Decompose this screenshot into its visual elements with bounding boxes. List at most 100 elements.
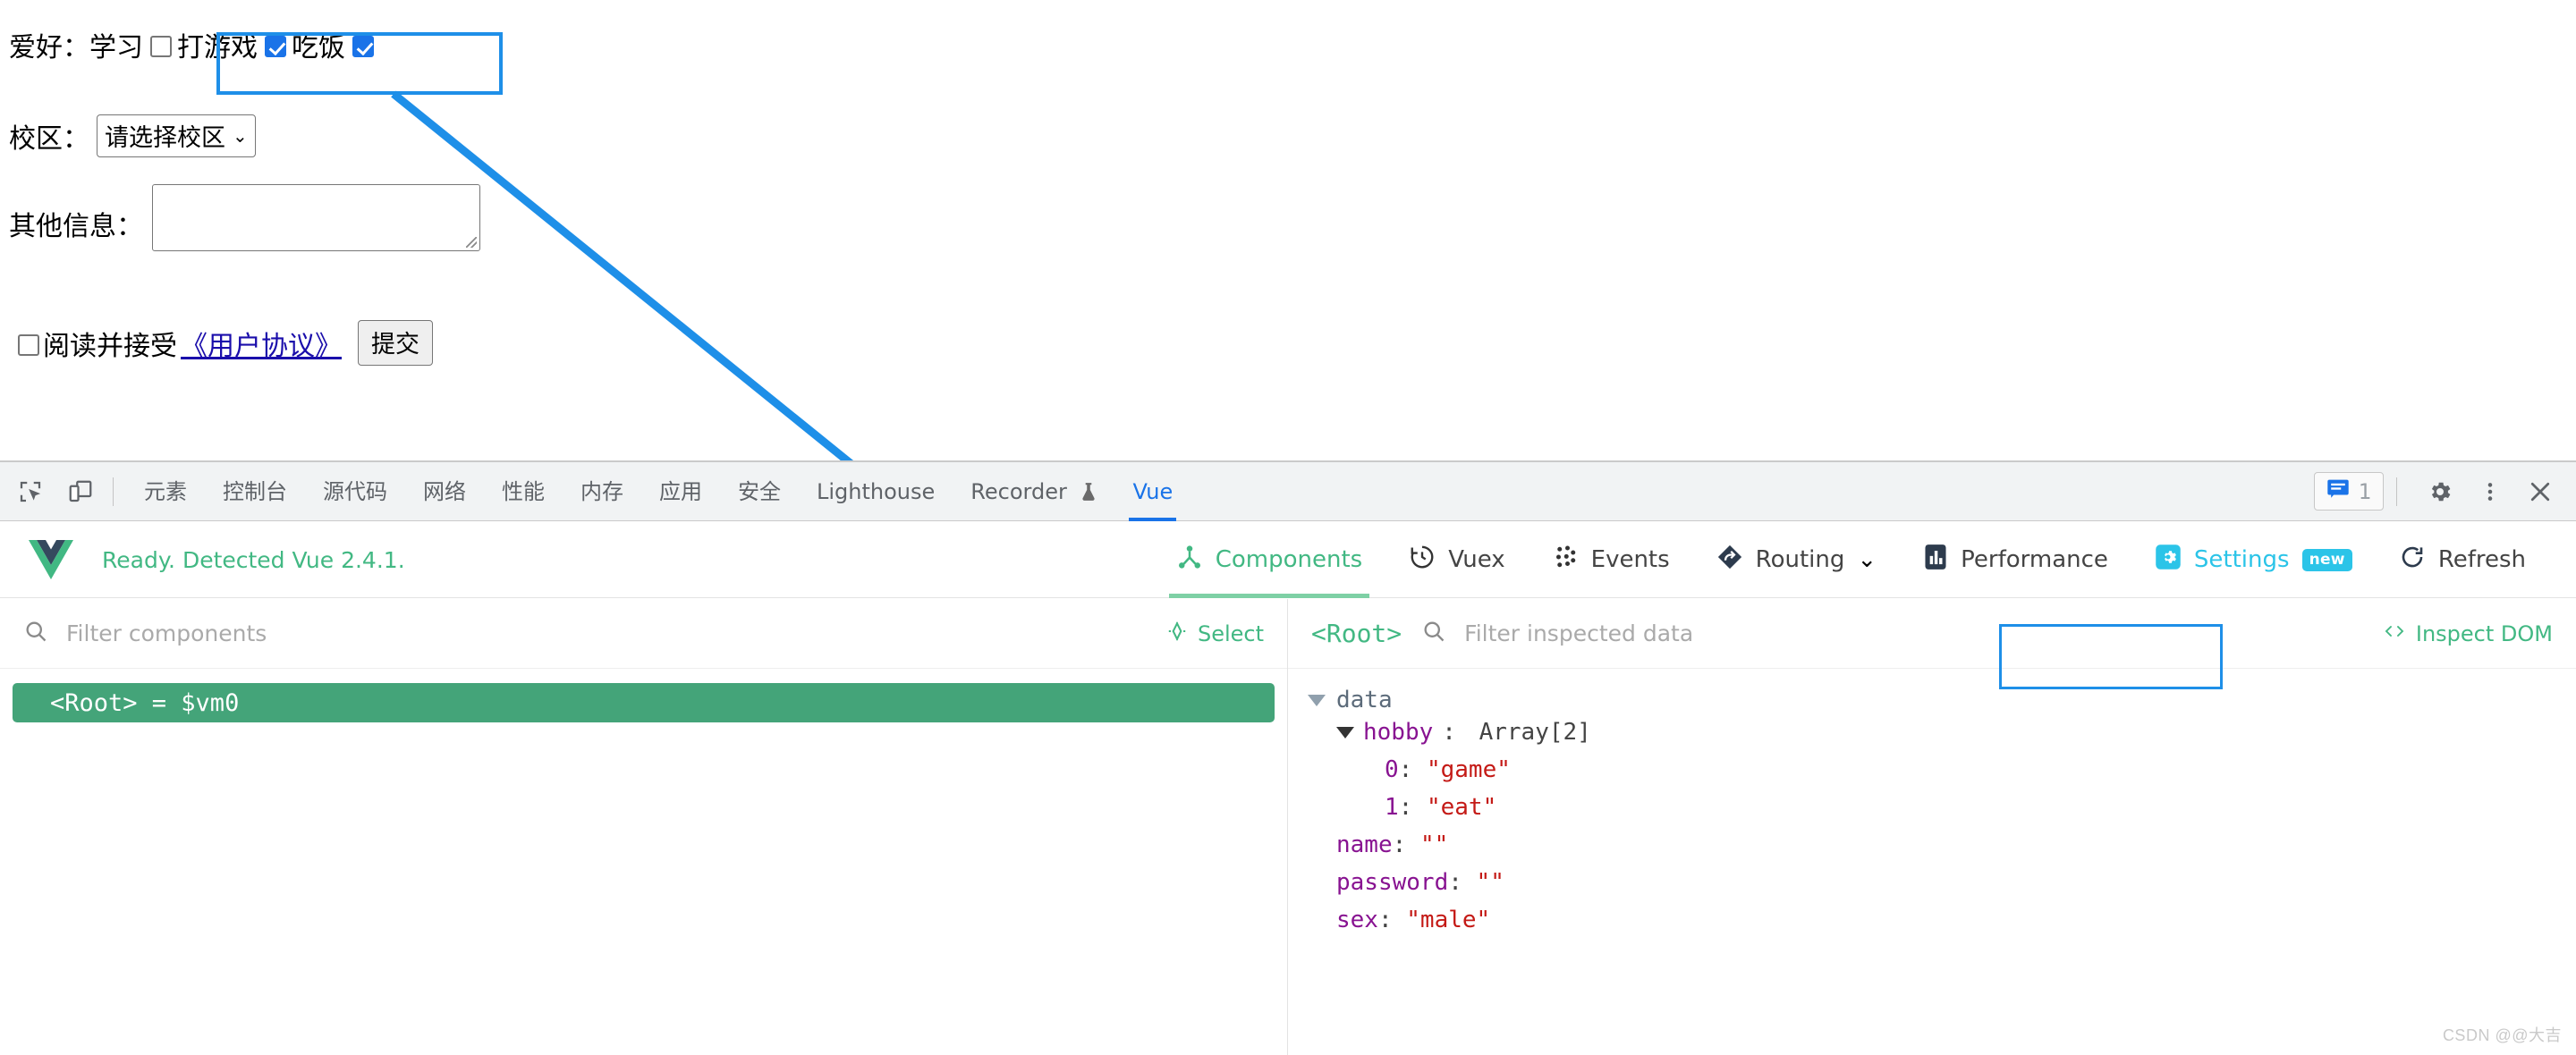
devtools-tab-console[interactable]: 控制台 bbox=[205, 462, 305, 521]
hobby-checkbox-study[interactable] bbox=[150, 36, 172, 57]
data-prop-name-key: name bbox=[1336, 831, 1393, 858]
data-prop-password-value: "" bbox=[1476, 869, 1504, 896]
select-component-button[interactable]: Select bbox=[1165, 620, 1264, 648]
search-icon bbox=[23, 619, 48, 648]
device-toolbar-icon[interactable] bbox=[61, 472, 100, 511]
vue-nav-events[interactable]: Events bbox=[1529, 522, 1693, 598]
data-section-header[interactable]: data bbox=[1308, 687, 2576, 713]
component-tree-node-root[interactable]: <Root> = $vm0 bbox=[13, 683, 1275, 722]
devtools-tab-application[interactable]: 应用 bbox=[641, 462, 720, 521]
other-info-textarea[interactable] bbox=[152, 184, 480, 251]
agreement-text: 阅读并接受 bbox=[43, 330, 177, 362]
data-prop-hobby[interactable]: hobby: Array[2] bbox=[1308, 713, 2576, 751]
vue-nav-settings-label: Settings bbox=[2193, 546, 2290, 573]
vue-nav-routing[interactable]: Routing ⌄ bbox=[1693, 522, 1900, 598]
campus-form-row: 校区： 请选择校区 ⌄ bbox=[9, 114, 256, 157]
watermark: CSDN @@大吉 bbox=[2442, 1026, 2562, 1044]
inspected-data-panel: data hobby: Array[2] 0: "game" 1: "eat" bbox=[1288, 624, 2576, 939]
devtools-tab-network[interactable]: 网络 bbox=[405, 462, 484, 521]
search-icon bbox=[1421, 619, 1446, 648]
bar-chart-icon bbox=[1923, 544, 1948, 577]
routing-diamond-icon bbox=[1716, 544, 1743, 577]
screenshot-root: 爱好： 学习 打游戏 吃饭 校区： 请选择校区 ⌄ 其他信息： 阅读并接受 《用… bbox=[0, 0, 2576, 1055]
hobby-checkbox-eat[interactable] bbox=[352, 36, 374, 57]
array-value-1: "eat" bbox=[1426, 794, 1497, 821]
inspect-dom-button[interactable]: Inspect DOM bbox=[2382, 620, 2553, 647]
vue-nav-refresh-label: Refresh bbox=[2437, 546, 2526, 573]
hobby-form-row: 爱好： 学习 打游戏 吃饭 bbox=[9, 25, 503, 95]
toolbar-divider-2 bbox=[2396, 477, 2397, 506]
chevron-down-icon: ⌄ bbox=[233, 124, 248, 147]
settings-new-badge: new bbox=[2301, 548, 2352, 571]
campus-select-value: 请选择校区 bbox=[105, 124, 225, 152]
hobby-option-2-label: 吃饭 bbox=[292, 32, 345, 63]
hobby-option-0-label: 学习 bbox=[89, 32, 143, 63]
other-info-label: 其他信息： bbox=[9, 211, 143, 242]
hobby-checkbox-game[interactable] bbox=[265, 36, 286, 57]
vue-nav-performance[interactable]: Performance bbox=[1900, 522, 2131, 598]
data-prop-password-key: password bbox=[1336, 869, 1449, 896]
devtools-tab-lighthouse[interactable]: Lighthouse bbox=[799, 462, 953, 521]
agreement-checkbox[interactable] bbox=[18, 333, 39, 356]
gear-icon[interactable] bbox=[2420, 472, 2460, 511]
vue-devtools-header: Ready. Detected Vue 2.4.1. Components Vu… bbox=[0, 522, 2576, 598]
array-index-1: 1 bbox=[1385, 794, 1399, 821]
vue-nav-vuex-label: Vuex bbox=[1448, 546, 1505, 573]
array-value-0: "game" bbox=[1426, 756, 1511, 783]
clock-history-icon bbox=[1409, 544, 1436, 577]
vue-nav-components[interactable]: Components bbox=[1153, 522, 1386, 598]
devtools-tab-elements[interactable]: 元素 bbox=[126, 462, 205, 521]
vue-nav-vuex[interactable]: Vuex bbox=[1385, 522, 1528, 598]
data-prop-sex[interactable]: sex: "male" bbox=[1308, 901, 2576, 939]
inspector-pane: <Root> Inspect DOM bbox=[1288, 599, 2576, 1055]
events-dots-icon bbox=[1552, 544, 1579, 577]
other-info-form-row: 其他信息： bbox=[9, 184, 480, 251]
array-index-0: 0 bbox=[1385, 756, 1399, 783]
user-agreement-link[interactable]: 《用户协议》 bbox=[181, 324, 342, 363]
data-prop-name-value: "" bbox=[1419, 831, 1449, 858]
data-prop-sex-value: "male" bbox=[1406, 907, 1491, 933]
devtools-panel: 元素 控制台 源代码 网络 性能 内存 应用 安全 Lighthouse Rec… bbox=[0, 460, 2576, 1055]
issues-count: 1 bbox=[2358, 478, 2371, 504]
toolbar-divider bbox=[113, 477, 114, 506]
vue-nav-refresh[interactable]: Refresh bbox=[2376, 522, 2549, 598]
submit-button[interactable]: 提交 bbox=[358, 320, 433, 366]
hobby-label: 爱好： bbox=[9, 32, 89, 63]
code-brackets-icon bbox=[2382, 620, 2407, 647]
devtools-tab-recorder[interactable]: Recorder bbox=[953, 462, 1114, 521]
agreement-form-row: 阅读并接受 《用户协议》 提交 bbox=[18, 320, 433, 366]
filter-inspected-data-input[interactable] bbox=[1462, 620, 2382, 647]
devtools-tab-sources[interactable]: 源代码 bbox=[305, 462, 405, 521]
chevron-down-icon: ⌄ bbox=[1857, 546, 1877, 573]
inspect-dom-label: Inspect DOM bbox=[2415, 620, 2553, 646]
devtools-tabbar-right: 1 bbox=[2313, 472, 2576, 511]
data-prop-name[interactable]: name: "" bbox=[1308, 826, 2576, 864]
data-prop-hobby-item-0: 0: "game" bbox=[1385, 756, 1511, 783]
campus-select[interactable]: 请选择校区 ⌄ bbox=[97, 114, 256, 157]
devtools-tab-security[interactable]: 安全 bbox=[720, 462, 799, 521]
devtools-tab-vue[interactable]: Vue bbox=[1114, 462, 1191, 521]
components-filter-row: Select bbox=[0, 599, 1287, 669]
triangle-down-icon bbox=[1308, 694, 1326, 706]
components-pane: Select <Root> = $vm0 bbox=[0, 599, 1288, 1055]
vue-nav-performance-label: Performance bbox=[1961, 546, 2108, 573]
gear-icon bbox=[2155, 544, 2182, 577]
inspector-filter-row: <Root> Inspect DOM bbox=[1288, 599, 2576, 669]
data-prop-hobby-key: hobby bbox=[1363, 719, 1434, 746]
more-vertical-icon[interactable] bbox=[2470, 472, 2510, 511]
issues-chip[interactable]: 1 bbox=[2313, 472, 2384, 511]
data-prop-hobby-type: Array[2] bbox=[1479, 719, 1591, 746]
vue-status-text: Ready. Detected Vue 2.4.1. bbox=[102, 546, 405, 573]
vue-nav-events-label: Events bbox=[1590, 546, 1670, 573]
devtools-tab-memory[interactable]: 内存 bbox=[563, 462, 641, 521]
flask-icon bbox=[1080, 479, 1097, 504]
inspect-element-icon[interactable] bbox=[11, 472, 50, 511]
close-icon[interactable] bbox=[2521, 472, 2560, 511]
devtools-tab-performance[interactable]: 性能 bbox=[484, 462, 563, 521]
data-prop-password[interactable]: password: "" bbox=[1308, 864, 2576, 901]
refresh-icon bbox=[2399, 544, 2426, 577]
vue-nav-settings[interactable]: Settings new bbox=[2131, 522, 2376, 598]
inspector-breadcrumb[interactable]: <Root> bbox=[1311, 619, 1402, 648]
issues-message-icon bbox=[2326, 477, 2350, 505]
filter-components-input[interactable] bbox=[64, 620, 1165, 647]
